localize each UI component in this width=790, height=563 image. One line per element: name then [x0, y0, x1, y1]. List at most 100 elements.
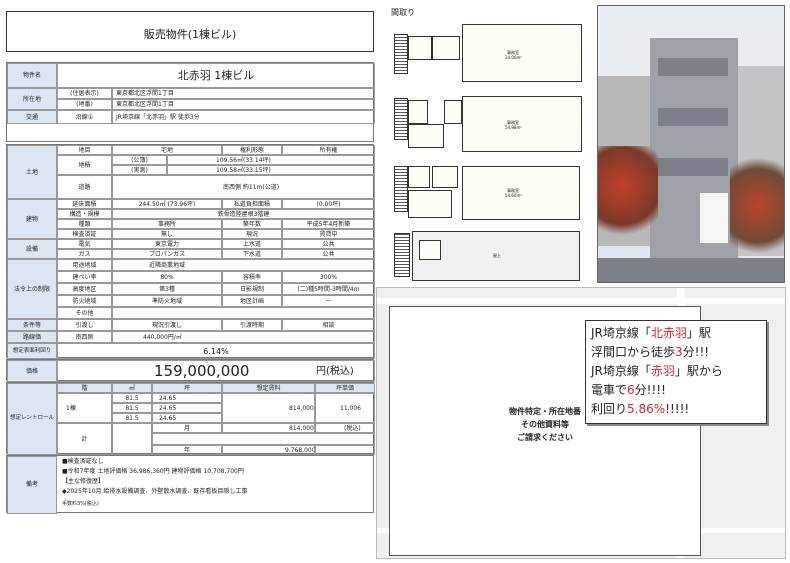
- price-value: 159,000,000 円(税込): [57, 360, 375, 382]
- land-category-label: 地目: [57, 145, 112, 155]
- area-public: 109.56㎡(33.14坪): [167, 155, 375, 165]
- rr-head-rent: 想定賃料: [222, 383, 315, 393]
- electric: 東京電力: [112, 239, 222, 249]
- area-public-tag: (公簿): [112, 155, 167, 165]
- yield-label: 想定表面利回り: [7, 343, 57, 359]
- gas: プロパンガス: [112, 249, 222, 259]
- area-actual-tag: (実測): [112, 165, 167, 175]
- water-label: 上水道: [222, 239, 282, 249]
- regulations-label: 法令上の制限: [7, 259, 57, 319]
- property-name-label: 物件名: [7, 63, 57, 88]
- other-label: その他: [57, 307, 112, 319]
- road-price-dir: 南西側: [57, 331, 112, 343]
- promo-box: JR埼京線「北赤羽」駅 浮間口から徒歩3分!!! JR埼京線「赤羽」駅から 電車…: [585, 320, 767, 424]
- far: 300%: [282, 271, 375, 283]
- stair-icon: [394, 98, 408, 140]
- rr-year-label: 年: [152, 445, 222, 455]
- structure-label: 構造・規模: [57, 209, 112, 219]
- address-label: 所在地: [7, 88, 57, 110]
- terms-label: 条件等: [7, 319, 57, 331]
- table-row: 24.65: [152, 403, 222, 413]
- road-price-label: 路線価: [7, 331, 57, 343]
- district: ー: [282, 295, 375, 307]
- addr-display: 東京都北区浮間1丁目: [112, 88, 375, 99]
- building-photo: [597, 5, 785, 283]
- stair-icon: [394, 166, 408, 212]
- water: 公共: [282, 239, 375, 249]
- table-row: 24.65: [152, 393, 222, 403]
- table-row: 81.5: [112, 403, 152, 413]
- map-road: [377, 298, 785, 304]
- land-rights: 所有権: [282, 145, 375, 155]
- notes-box: 備考 ■検査済証なし ■令和7年度 土地評価格 36,986,360円 建物評価…: [6, 455, 374, 514]
- promo-line-2: 浮間口から徒歩3分!!!: [591, 345, 710, 359]
- road-info: 南西側 約11m(公道): [112, 175, 375, 199]
- rooftop-plan: 屋上: [392, 225, 582, 283]
- bcr-label: 建ぺい率: [57, 271, 112, 283]
- penthouse: [419, 240, 441, 260]
- land-rights-label: 権利形態: [222, 145, 282, 155]
- shade: (二)種5時間-3時間/4m: [282, 283, 375, 295]
- status: 賃貸中: [282, 229, 375, 239]
- sheet-title: 販売物件(1棟ビル): [143, 28, 237, 41]
- land-label: 土地: [7, 145, 57, 199]
- addr-lot-tag: (地番): [57, 99, 112, 110]
- entrance-room: [408, 124, 444, 148]
- transport-label: 交通: [7, 110, 57, 124]
- note-line: ■検査済証なし: [62, 458, 104, 465]
- stair-icon: [394, 233, 410, 277]
- road-price: 440,000円/㎡: [112, 331, 375, 343]
- status-label: 現況: [222, 229, 282, 239]
- other-value: [112, 307, 375, 319]
- promo-line-3: JR埼京線「赤羽」駅から: [591, 364, 723, 378]
- fire-label: 防火地域: [57, 295, 112, 307]
- bcr: 80%: [112, 271, 222, 283]
- building-label: 建物: [7, 199, 57, 239]
- property-name: 北赤羽 1棟ビル: [57, 63, 375, 88]
- rr-building-tag: 1棟: [57, 393, 112, 423]
- area-actual: 109.58㎡(33.15坪): [167, 165, 375, 175]
- shade-label: 日影規制: [222, 283, 282, 295]
- floor-area-label: 延床面積: [57, 199, 112, 209]
- private-road-label: 私道負担面積: [222, 199, 282, 209]
- rr-total-label: 計: [57, 423, 112, 455]
- inspection-label: 検査済証: [57, 229, 112, 239]
- note-line: ■令和7年度 土地評価格 36,986,360円 建物評価格 10,708,70…: [62, 468, 244, 475]
- rr-head-floor: 階: [57, 383, 112, 393]
- rent-roll-table: 想定レントロール 階 ㎡ 坪 想定賃料 坪単価 1棟 81.5 24.65 81…: [6, 382, 375, 455]
- note-line: ◆2025年10月 給排水設備調査、外壁散水調査、既存看板目隠し工事: [62, 488, 248, 495]
- delivery-label: 引渡し: [57, 319, 112, 331]
- utility-room: [432, 36, 460, 60]
- use: 事務所: [112, 219, 222, 229]
- sewer-label: 下水道: [222, 249, 282, 259]
- main-building: [650, 38, 738, 258]
- rr-blank2: [152, 433, 375, 445]
- floor-3-plan: 事務室 34.06m²: [392, 22, 582, 84]
- inspection: 無し: [112, 229, 222, 239]
- structure: 鉄骨造陸屋根3階建: [112, 209, 375, 219]
- wc-room: [408, 36, 432, 60]
- note-line: 【主な修復歴】: [62, 478, 105, 485]
- built: 平成5年4月新築: [282, 219, 375, 229]
- rr-head-tsubo: 坪: [152, 383, 222, 393]
- tree-left: [598, 146, 658, 246]
- note-line: 手数料3%(税込): [62, 501, 99, 507]
- facilities-label: 設備: [7, 239, 57, 259]
- kitchen-room: [432, 166, 458, 188]
- floor-1-plan: 事務室 54.60m²: [392, 160, 582, 222]
- land-area-label: 地積: [57, 155, 112, 175]
- addr-display-tag: (住居表示): [57, 88, 112, 99]
- kitchen-room: [444, 100, 462, 124]
- zoning-label: 用途地域: [57, 259, 112, 271]
- rr-head-m2: ㎡: [112, 383, 152, 393]
- rr-year: 9,768,000: [222, 445, 315, 455]
- rr-month-label: 月: [152, 423, 222, 433]
- notice-line: ご請求ください: [517, 433, 573, 442]
- rr-unit-price: 11,006: [315, 393, 375, 423]
- electric-label: 電気: [57, 239, 112, 249]
- promo-line-4: 電車で6分!!!!: [591, 383, 666, 397]
- use-label: 種類: [57, 219, 112, 229]
- floorplan-title: 間取り: [391, 8, 415, 17]
- line-tag: 沿線①: [57, 110, 112, 124]
- map-panel: 物件特定・所在地番 その他資料等 ご請求ください JR埼京線「北赤羽」駅 浮間口…: [376, 287, 786, 559]
